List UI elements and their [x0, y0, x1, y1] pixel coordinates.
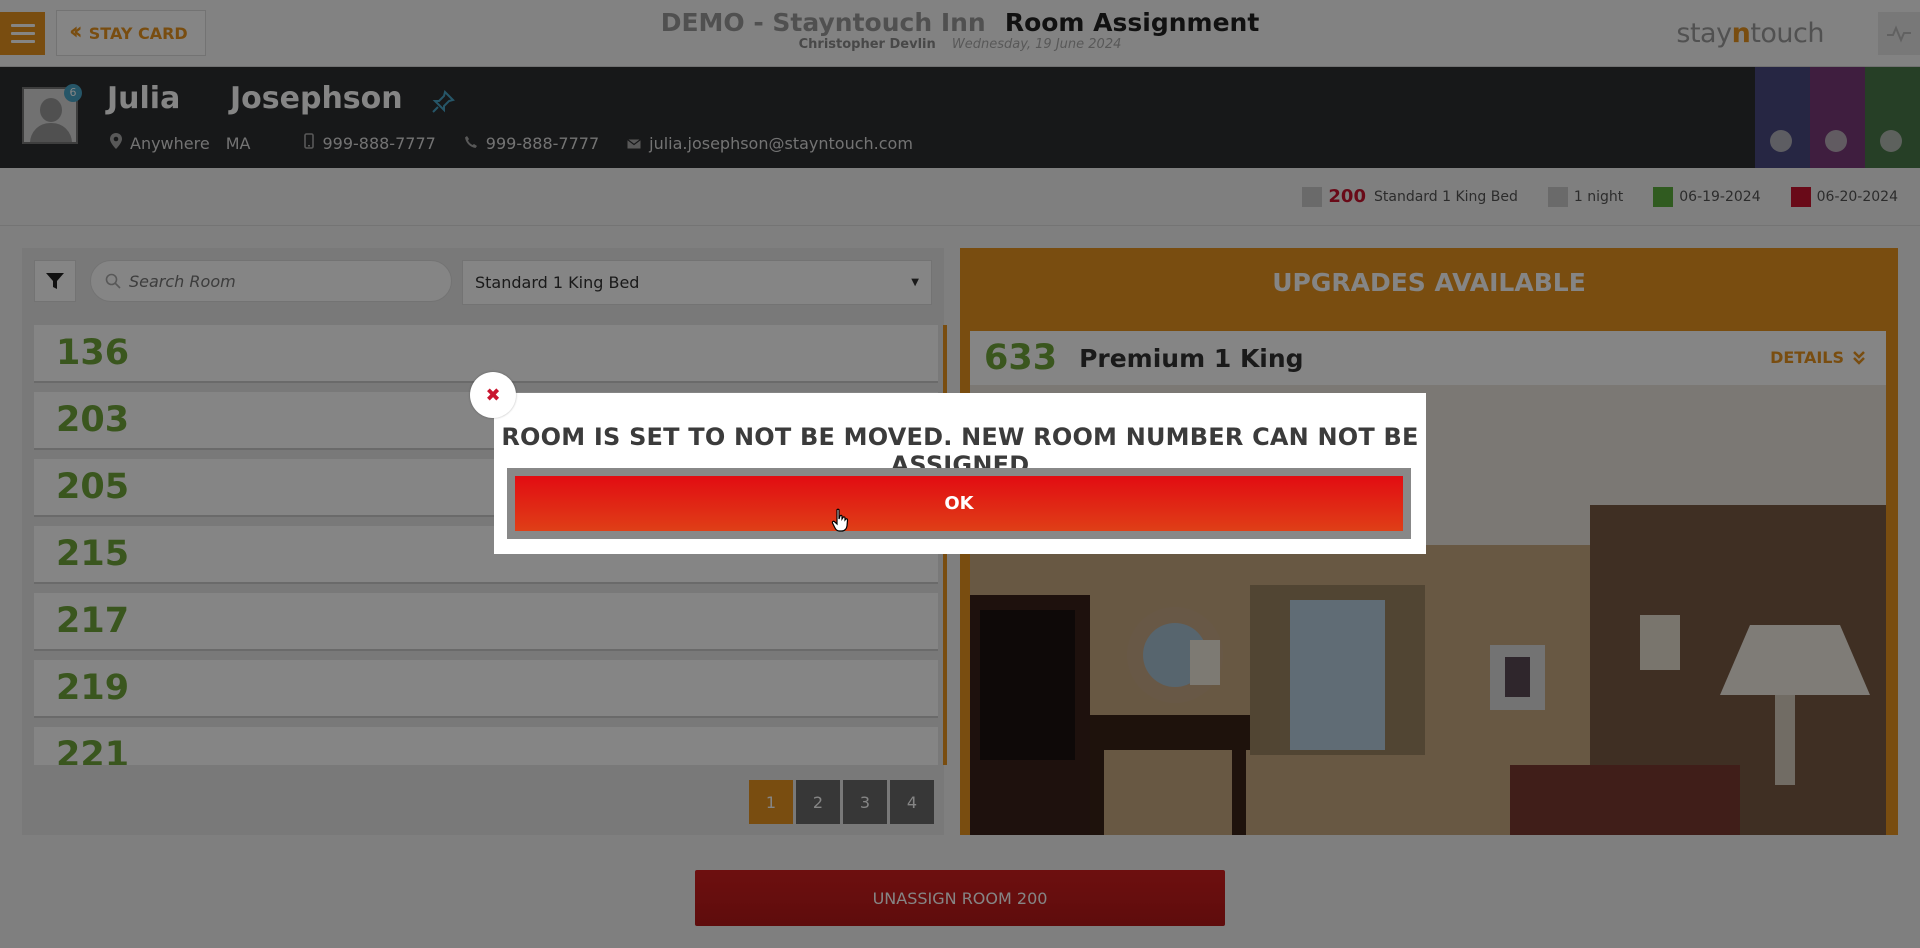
alert-modal: ROOM IS SET TO NOT BE MOVED. NEW ROOM NU… [494, 393, 1426, 554]
hand-cursor-icon [831, 508, 849, 532]
ok-button[interactable]: OK [515, 476, 1403, 531]
close-icon[interactable]: ✖ [470, 372, 516, 418]
